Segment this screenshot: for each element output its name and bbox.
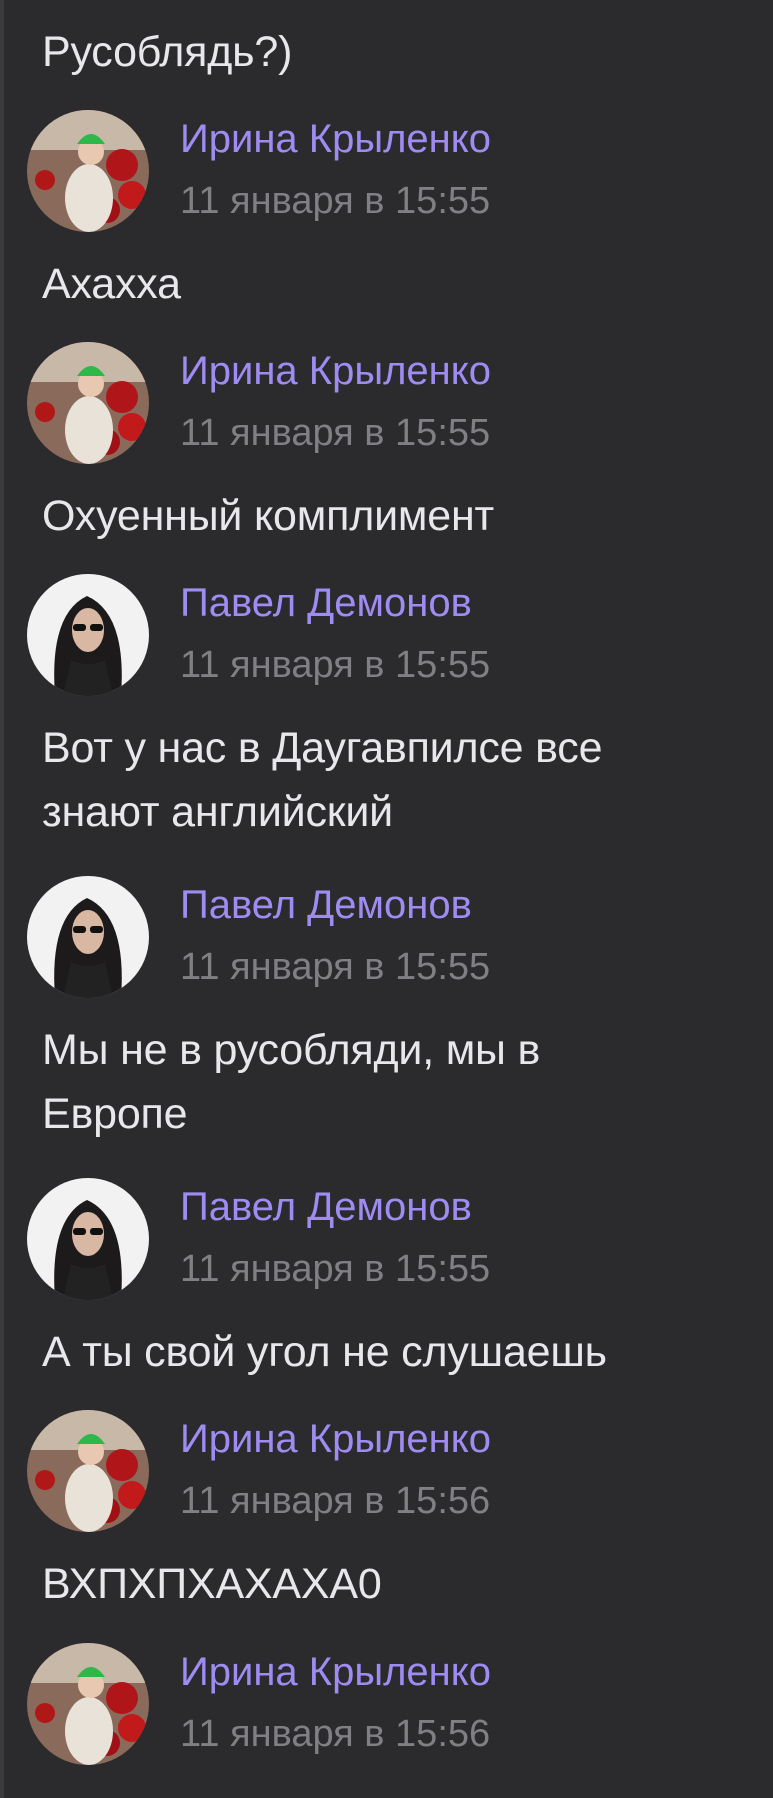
- message-text: Ахахха: [42, 260, 181, 308]
- message-timestamp: 11 января в 15:56: [180, 1480, 491, 1522]
- message-text: Мы не в русобляди, мы в Европе: [42, 1018, 762, 1146]
- message-header: Павел Демонов 11 января в 15:55: [27, 876, 747, 1000]
- avatar-irina[interactable]: [27, 110, 149, 232]
- message-timestamp: 11 января в 15:55: [180, 946, 491, 988]
- message-text: ВХПХПХАХАХА0: [42, 1560, 382, 1608]
- message-text-line: Европе: [42, 1090, 188, 1138]
- avatar-irina[interactable]: [27, 1643, 149, 1765]
- message-timestamp: 11 января в 15:55: [180, 180, 491, 222]
- message-text-line: знают английский: [42, 788, 394, 836]
- message-header: Павел Демонов 11 января в 15:55: [27, 574, 747, 698]
- author-name[interactable]: Павел Демонов: [180, 578, 472, 628]
- message-header: Ирина Крыленко 11 января в 15:55: [27, 110, 747, 234]
- message-timestamp: 11 января в 15:55: [180, 644, 491, 686]
- message-header: Ирина Крыленко 11 января в 15:56: [27, 1643, 747, 1767]
- avatar-pavel[interactable]: [27, 1178, 149, 1300]
- author-name[interactable]: Павел Демонов: [180, 880, 472, 930]
- avatar-irina[interactable]: [27, 1410, 149, 1532]
- message-text: Русоблядь?): [42, 28, 293, 76]
- author-name[interactable]: Ирина Крыленко: [180, 1647, 491, 1697]
- author-name[interactable]: Ирина Крыленко: [180, 114, 491, 164]
- thread-left-border: [0, 0, 4, 1798]
- message-text: Охуенный комплимент: [42, 492, 495, 540]
- message-text-line: Вот у нас в Даугавпилсе все: [42, 724, 603, 772]
- avatar-pavel[interactable]: [27, 574, 149, 696]
- message-timestamp: 11 января в 15:55: [180, 1248, 491, 1290]
- message-text: Вот у нас в Даугавпилсе все знают англий…: [42, 716, 762, 844]
- message-timestamp: 11 января в 15:55: [180, 412, 491, 454]
- author-name[interactable]: Павел Демонов: [180, 1182, 472, 1232]
- message-header: Павел Демонов 11 января в 15:55: [27, 1178, 747, 1302]
- author-name[interactable]: Ирина Крыленко: [180, 346, 491, 396]
- message-header: Ирина Крыленко 11 января в 15:56: [27, 1410, 747, 1534]
- author-name[interactable]: Ирина Крыленко: [180, 1414, 491, 1464]
- message-text: А ты свой угол не слушаешь: [42, 1328, 607, 1376]
- message-text-line: Мы не в русобляди, мы в: [42, 1026, 541, 1074]
- avatar-irina[interactable]: [27, 342, 149, 464]
- message-header: Ирина Крыленко 11 января в 15:55: [27, 342, 747, 466]
- message-timestamp: 11 января в 15:56: [180, 1713, 491, 1755]
- avatar-pavel[interactable]: [27, 876, 149, 998]
